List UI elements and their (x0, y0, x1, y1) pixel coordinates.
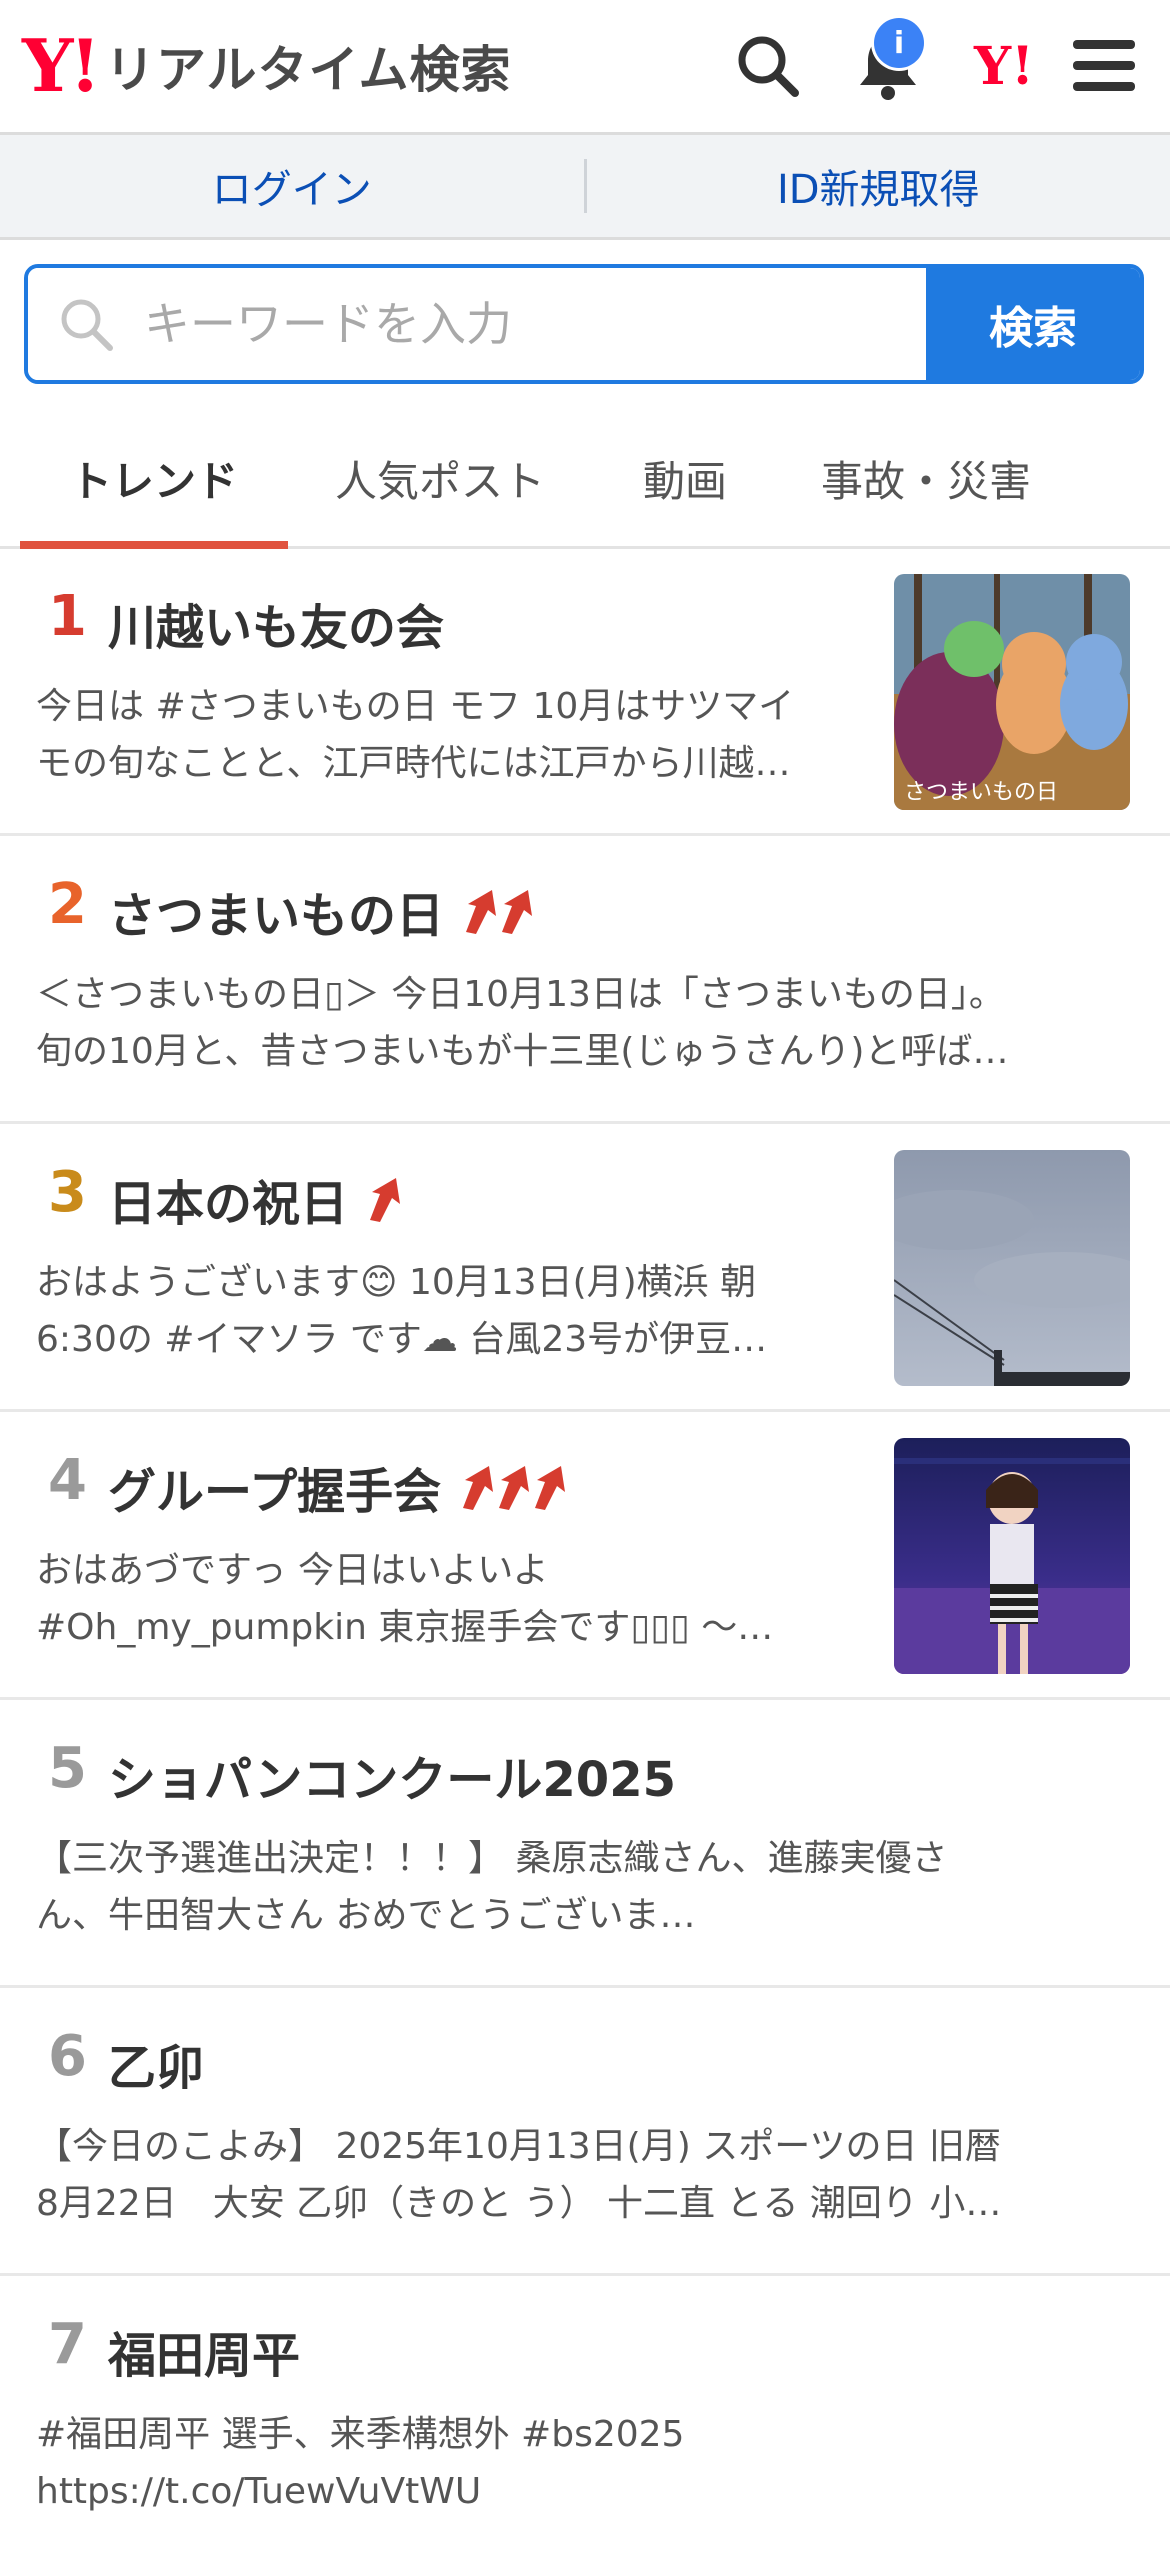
trend-title: 川越いも友の会 (108, 588, 444, 658)
search-field[interactable] (28, 268, 926, 380)
trend-title-text: 福田周平 (108, 2316, 300, 2386)
description-line: 旬の10月と、昔さつまいもが十三里(じゅうさんり)と呼ば… (36, 1023, 1136, 1080)
description-line: 今日は #さつまいもの日 モフ 10月はサツマイ (36, 678, 866, 735)
description-line: https://t.co/TuewVuVtWU (36, 2463, 1136, 2520)
trend-description: ＜さつまいもの日▯＞ 今日10月13日は「さつまいもの日」。 旬の10月と、昔さ… (36, 966, 1136, 1080)
trend-item-7[interactable]: 7 福田周平 #福田周平 選手、来季構想外 #bs2025 https://t.… (0, 2276, 1170, 2564)
bell-icon[interactable]: i (846, 24, 930, 108)
trend-thumbnail-illustration[interactable]: さつまいもの日 (894, 574, 1130, 810)
trend-description: おはあづですっ 今日はいよいよ #Oh_my_pumpkin 東京握手会です▯▯… (36, 1542, 866, 1656)
description-line: 6:30の #イマソラ です☁ 台風23号が伊豆… (36, 1311, 866, 1368)
search-icon[interactable] (726, 24, 810, 108)
trend-item-1[interactable]: 1 川越いも友の会 今日は #さつまいもの日 モフ 10月はサツマイ モの旬なこ… (0, 548, 1170, 836)
trend-description: 今日は #さつまいもの日 モフ 10月はサツマイ モの旬なことと、江戸時代には江… (36, 678, 866, 792)
trend-title-text: 乙卯 (108, 2028, 204, 2098)
search-form: 検索 (24, 264, 1144, 384)
yahoo-mark: Y! (974, 36, 1034, 97)
search-icon (58, 296, 114, 352)
tab-accidents-disasters[interactable]: 事故・災害 (790, 410, 1062, 546)
trend-thumbnail-stage-photo[interactable] (894, 1438, 1130, 1674)
trend-title-text: 川越いも友の会 (108, 588, 444, 658)
logo-mark: Y! (22, 30, 97, 102)
trend-title-text: さつまいもの日 (108, 876, 444, 946)
tab-videos[interactable]: 動画 (600, 410, 770, 546)
yahoo-logo-icon[interactable]: Y! (962, 24, 1046, 108)
description-line: #Oh_my_pumpkin 東京握手会です▯▯▯ 〜… (36, 1599, 866, 1656)
trend-item-3[interactable]: 3 日本の祝日 おはようございます😊 10月13日(月)横浜 朝 6:30の #… (0, 1124, 1170, 1412)
trend-title: ショパンコンクール2025 (108, 1740, 676, 1810)
tab-popular-posts[interactable]: 人気ポスト (310, 410, 570, 546)
trend-thumbnail-sky-photo[interactable] (894, 1150, 1130, 1386)
trend-title: 日本の祝日 (108, 1164, 402, 1234)
rank-number: 6 (48, 2024, 87, 2089)
rank-number: 7 (48, 2312, 87, 2377)
trend-title: 福田周平 (108, 2316, 300, 2386)
description-line: ＜さつまいもの日▯＞ 今日10月13日は「さつまいもの日」。 (36, 966, 1136, 1023)
trend-description: #福田周平 選手、来季構想外 #bs2025 https://t.co/Tuew… (36, 2406, 1136, 2520)
description-line: 8月22日 大安 乙卯（きのと う） 十二直 とる 潮回り 小… (36, 2175, 1136, 2232)
description-line: ん、牛田智大さん おめでとうございま… (36, 1887, 1136, 1944)
notification-badge: i (874, 18, 924, 68)
trend-title-text: 日本の祝日 (108, 1164, 348, 1234)
category-tabs: トレンド 人気ポスト 動画 事故・災害 (0, 410, 1170, 549)
trend-item-6[interactable]: 6 乙卯 【今日のこよみ】 2025年10月13日(月) スポーツの日 旧暦 8… (0, 1988, 1170, 2276)
trend-list: 1 川越いも友の会 今日は #さつまいもの日 モフ 10月はサツマイ モの旬なこ… (0, 548, 1170, 2564)
trend-description: 【今日のこよみ】 2025年10月13日(月) スポーツの日 旧暦 8月22日 … (36, 2118, 1136, 2232)
trend-rising-icon (366, 1176, 402, 1222)
trend-description: おはようございます😊 10月13日(月)横浜 朝 6:30の #イマソラ です☁… (36, 1254, 866, 1368)
search-input[interactable] (142, 296, 866, 352)
description-line: おはようございます😊 10月13日(月)横浜 朝 (36, 1254, 866, 1311)
description-line: モの旬なことと、江戸時代には江戸から川越… (36, 735, 866, 792)
trend-rising-icon (462, 888, 534, 934)
app-header: Y! リアルタイム検索 i Y! (0, 0, 1170, 135)
trend-rising-icon (459, 1464, 567, 1510)
description-line: 【三次予選進出決定！！！】 桑原志織さん、進藤実優さ (36, 1830, 1136, 1887)
trend-title: グループ握手会 (108, 1452, 567, 1522)
register-link[interactable]: ID新規取得 (587, 135, 1170, 237)
rank-number: 4 (48, 1448, 87, 1513)
rank-number: 2 (48, 872, 87, 937)
description-line: #福田周平 選手、来季構想外 #bs2025 (36, 2406, 1136, 2463)
rank-number: 5 (48, 1736, 87, 1801)
hamburger-menu-icon[interactable] (1062, 24, 1146, 108)
trend-title-text: グループ握手会 (108, 1452, 441, 1522)
trend-item-2[interactable]: 2 さつまいもの日 ＜さつまいもの日▯＞ 今日10月13日は「さつまいもの日」。… (0, 836, 1170, 1124)
logo-text: リアルタイム検索 (105, 30, 512, 102)
yahoo-realtime-logo[interactable]: Y! リアルタイム検索 (22, 28, 512, 104)
tab-trend[interactable]: トレンド (20, 410, 288, 546)
trend-title: 乙卯 (108, 2028, 204, 2098)
login-link[interactable]: ログイン (0, 135, 584, 237)
thumbnail-caption: さつまいもの日 (904, 780, 1058, 805)
trend-title: さつまいもの日 (108, 876, 534, 946)
rank-number: 3 (48, 1160, 87, 1225)
login-bar: ログイン ID新規取得 (0, 135, 1170, 240)
search-button[interactable]: 検索 (926, 268, 1140, 380)
trend-item-5[interactable]: 5 ショパンコンクール2025 【三次予選進出決定！！！】 桑原志織さん、進藤実… (0, 1700, 1170, 1988)
trend-item-4[interactable]: 4 グループ握手会 おはあづですっ 今日はいよいよ #Oh_my_pumpkin… (0, 1412, 1170, 1700)
description-line: 【今日のこよみ】 2025年10月13日(月) スポーツの日 旧暦 (36, 2118, 1136, 2175)
description-line: おはあづですっ 今日はいよいよ (36, 1542, 866, 1599)
trend-description: 【三次予選進出決定！！！】 桑原志織さん、進藤実優さ ん、牛田智大さん おめでと… (36, 1830, 1136, 1944)
trend-title-text: ショパンコンクール2025 (108, 1740, 676, 1810)
rank-number: 1 (48, 584, 87, 649)
